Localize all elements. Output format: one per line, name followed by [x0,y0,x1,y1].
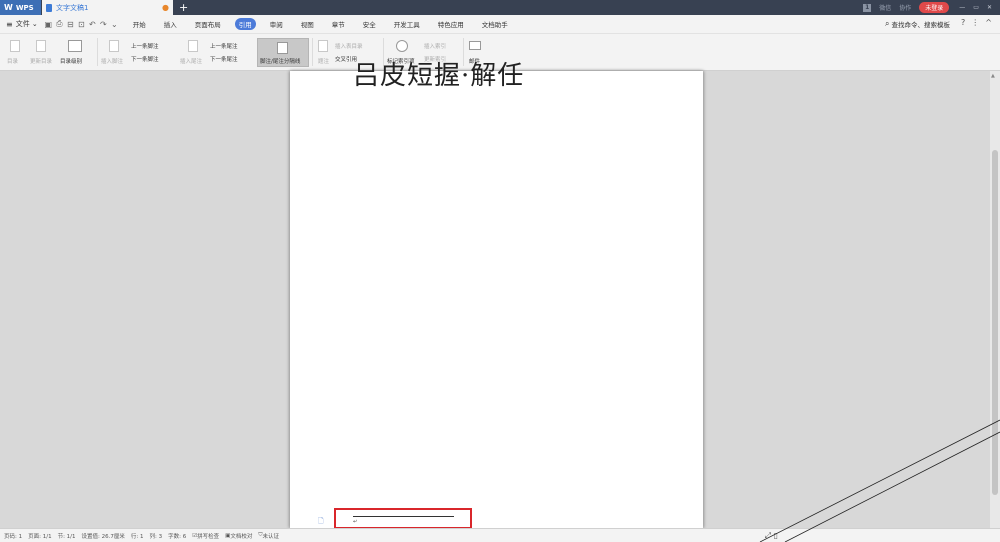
unsaved-dot-icon[interactable]: ● [162,3,169,12]
save-icon[interactable]: ▣ [44,20,53,29]
insert-table-of-figures-button[interactable]: 插入表目录 [335,42,363,50]
tab-features[interactable]: 特色应用 [434,18,468,30]
wechat-button[interactable]: 微信 [879,3,891,12]
print-preview-icon[interactable]: ⊡ [77,20,86,29]
insert-endnote-icon [188,40,198,52]
footnote-separator-button[interactable]: 脚注/尾注分隔线 [257,38,309,67]
toc-level-icon [68,40,82,52]
vertical-scrollbar[interactable]: ▲ [990,71,1000,528]
footnote-separator-highlight: ↵ [334,508,472,529]
next-footnote-button[interactable]: 下一条脚注 [131,55,159,63]
tab-review[interactable]: 审阅 [266,18,287,30]
wps-window: W WPS 文字文稿1 ● + 1 微信 协作 未登录 — ▭ ✕ ≡ 文件 ⌄… [0,0,1000,542]
title-bar-right: 1 微信 协作 未登录 — ▭ ✕ [863,0,1000,15]
document-canvas: 吕皮短握·解任 🗋 ↵ [0,61,1000,529]
document-tab[interactable]: 文字文稿1 ● [42,0,173,15]
caption-icon [318,40,328,52]
proof-button[interactable]: 文档校对 [230,532,252,540]
tab-security[interactable]: 安全 [359,18,380,30]
tab-page-layout[interactable]: 页面布局 [191,18,225,30]
hamburger-icon: ≡ [6,19,13,29]
footnote-separator-line[interactable] [353,516,454,517]
document-heading[interactable]: 吕皮短握·解任 [353,55,524,92]
title-bar: W WPS 文字文稿1 ● + 1 微信 协作 未登录 — ▭ ✕ [0,0,1000,15]
document-page[interactable]: 吕皮短握·解任 🗋 ↵ [290,61,703,529]
command-search[interactable]: ⌕ 查找命令、搜索模板 [885,19,950,29]
status-bar: 页码: 1 页面: 1/1 节: 1/1 设置值: 26.7厘米 行: 1 列:… [0,528,1000,542]
tab-view[interactable]: 视图 [297,18,318,30]
command-search-label: 查找命令、搜索模板 [891,21,951,29]
tab-developer[interactable]: 开发工具 [390,18,424,30]
maximize-button[interactable]: ▭ [973,4,979,11]
collab-button[interactable]: 协作 [899,3,911,12]
status-pages: 页面: 1/1 [28,533,52,540]
close-button[interactable]: ✕ [987,4,992,11]
status-page[interactable]: 页码: 1 [4,532,22,540]
document-icon [46,3,52,12]
print-icon[interactable]: ⊟ [66,20,75,29]
toc-button[interactable]: 目录 [7,57,18,65]
spell-check-button[interactable]: 拼写检查 [197,532,219,540]
insert-index-button[interactable]: 插入索引 [424,42,446,50]
ribbon-divider [312,38,313,66]
update-toc-icon [36,40,46,52]
scroll-up-icon[interactable]: ▲ [991,73,995,79]
tab-home[interactable]: 开始 [129,18,150,30]
status-col: 列: 3 [149,533,163,540]
status-row: 行: 1 [130,533,144,540]
ribbon-divider [97,38,98,66]
help-icon[interactable]: ? [961,18,965,27]
notification-badge[interactable]: 1 [863,3,872,12]
file-menu-label: 文件 [15,20,30,28]
tab-references[interactable]: 引用 [234,18,256,30]
status-section: 节: 1/1 [57,533,76,540]
export-pdf-icon[interactable]: ⎙ [55,19,64,29]
status-words[interactable]: 字数: 6 [168,532,186,540]
chevron-down-icon: ⌄ [29,20,38,28]
quick-access-toolbar: ▣ ⎙ ⊟ ⊡ ↶ ↷ ⌄ [44,19,121,29]
tab-insert[interactable]: 插入 [160,18,181,30]
tab-assistant[interactable]: 文档助手 [478,18,512,30]
toc-icon [10,40,20,52]
wps-home-tab[interactable]: W WPS [0,0,41,15]
next-endnote-button[interactable]: 下一条尾注 [210,55,238,63]
page-marker-icon: 🗋 [318,517,324,525]
login-button[interactable]: 未登录 [919,2,950,13]
insert-footnote-button[interactable]: 插入脚注 [101,57,123,65]
footnote-separator-label: 脚注/尾注分隔线 [260,59,301,65]
undo-icon[interactable]: ↶ [88,20,97,29]
menu-right-icons: ? ⋮ ^ [955,18,992,27]
search-icon: ⌕ [885,19,890,28]
prev-footnote-button[interactable]: 上一条脚注 [131,42,159,50]
collapse-ribbon-icon[interactable]: ^ [985,18,992,27]
menu-bar: ≡ 文件 ⌄ ▣ ⎙ ⊟ ⊡ ↶ ↷ ⌄ 开始 插入 页面布局 引用 审阅 视图… [0,15,1000,34]
toc-level-button[interactable]: 目录级别 [60,57,82,65]
more-icon[interactable]: ⋮ [971,18,979,27]
status-setting: 设置值: 26.7厘米 [81,533,125,540]
separator-icon [277,42,288,54]
scrollbar-thumb[interactable] [992,150,998,495]
redo-icon[interactable]: ↷ [99,20,108,29]
insert-footnote-icon [109,40,119,52]
tab-section[interactable]: 章节 [328,18,349,30]
insert-endnote-button[interactable]: 插入尾注 [180,57,202,65]
update-toc-button[interactable]: 更新目录 [30,57,52,65]
prev-endnote-button[interactable]: 上一条尾注 [210,42,238,50]
new-tab-button[interactable]: + [179,0,188,15]
document-tab-label: 文字文稿1 [56,3,89,12]
caption-button[interactable]: 题注 [318,57,329,65]
cert-status[interactable]: 未认证 [263,532,280,540]
fullscreen-icon[interactable]: ⤢ ▯ [765,531,778,541]
file-menu[interactable]: ≡ 文件 ⌄ [6,19,38,29]
footnote-paragraph-mark: ↵ [353,519,358,525]
customize-icon[interactable]: ⌄ [110,20,119,29]
mark-index-icon [396,40,408,52]
minimize-button[interactable]: — [959,4,965,11]
wps-logo-icon: W [4,3,13,12]
wps-tab-label: WPS [15,3,34,12]
mail-icon [469,41,481,50]
